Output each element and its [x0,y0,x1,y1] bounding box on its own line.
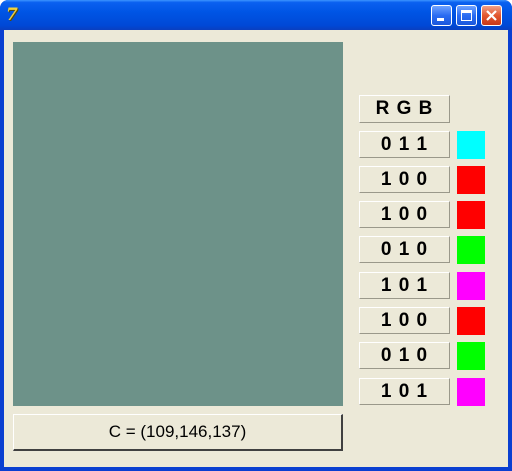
rgb-row-button[interactable]: 0 1 1 [359,131,450,158]
rgb-row-button[interactable]: 1 0 0 [359,307,450,334]
rgb-header-label: R G B [375,98,434,119]
app-icon[interactable]: 7 [6,6,24,24]
rgb-row-label: 1 0 1 [380,380,429,402]
rgb-row-swatch [457,236,485,264]
rgb-row-label: 0 1 0 [380,238,429,260]
color-readout-label: C = (109,146,137) [108,422,247,441]
rgb-row-swatch [457,272,485,300]
rgb-row-label: 0 1 0 [380,344,429,366]
maximize-icon [461,10,472,21]
title-bar[interactable]: 7 [0,0,512,30]
color-readout-button[interactable]: C = (109,146,137) [13,414,343,451]
rgb-row-button[interactable]: 1 0 1 [359,272,450,299]
rgb-row-button[interactable]: 0 1 0 [359,342,450,369]
rgb-row-swatch [457,378,485,406]
rgb-row-label: 1 0 1 [380,274,429,296]
rgb-row-label: 1 0 0 [380,168,429,190]
rgb-row-label: 0 1 1 [380,133,429,155]
rgb-row-button[interactable]: 1 0 0 [359,201,450,228]
client-area: C = (109,146,137) R G B 0 1 1 1 0 0 1 0 … [4,30,508,467]
minimize-button[interactable] [431,5,452,26]
rgb-row-swatch [457,166,485,194]
rgb-row-label: 1 0 0 [380,203,429,225]
minimize-icon [437,18,444,21]
app-window: 7 C = (109,146,137) R G B 0 1 1 1 0 0 1 … [0,0,512,471]
rgb-row-button[interactable]: 1 0 1 [359,378,450,405]
rgb-row-button[interactable]: 1 0 0 [359,166,450,193]
close-button[interactable] [481,5,502,26]
close-icon [486,10,497,21]
rgb-row-swatch [457,131,485,159]
rgb-row-button[interactable]: 0 1 0 [359,236,450,263]
rgb-row-label: 1 0 0 [380,309,429,331]
rgb-row-swatch [457,201,485,229]
maximize-button[interactable] [456,5,477,26]
rgb-header-button[interactable]: R G B [359,95,450,123]
rgb-row-swatch [457,342,485,370]
rgb-row-swatch [457,307,485,335]
color-preview-swatch [13,42,343,406]
